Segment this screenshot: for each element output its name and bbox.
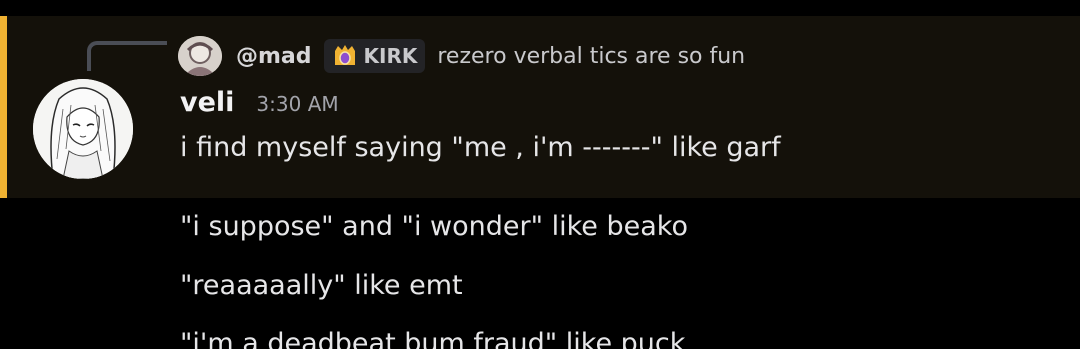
role-tag[interactable]: KIRK bbox=[323, 39, 426, 73]
message-header: veli 3:30 AM bbox=[180, 87, 339, 123]
reply-content[interactable]: rezero verbal tics are so fun bbox=[437, 44, 745, 69]
reply-reference[interactable]: @mad KIRK rezero verbal tics are so fun bbox=[178, 36, 745, 76]
gem-icon bbox=[332, 43, 358, 69]
role-name: KIRK bbox=[363, 44, 418, 68]
message-text: i find myself saying "me , i'm -------" … bbox=[180, 132, 781, 163]
followup-message-2: "reaaaaally" like emt bbox=[180, 270, 463, 301]
author-name[interactable]: veli bbox=[180, 87, 234, 118]
reply-spine bbox=[87, 41, 167, 71]
followup-message-1: "i suppose" and "i wonder" like beako bbox=[180, 211, 688, 242]
author-avatar[interactable] bbox=[33, 79, 133, 179]
followup-message-3: "i'm a deadbeat bum fraud" like puck bbox=[180, 328, 686, 349]
reply-avatar[interactable] bbox=[178, 36, 222, 76]
mention-indicator-bar bbox=[0, 16, 7, 198]
message-timestamp[interactable]: 3:30 AM bbox=[256, 92, 338, 116]
chat-view: @mad KIRK rezero verbal tics are so fun bbox=[0, 0, 1080, 349]
top-strip bbox=[0, 0, 1080, 16]
reply-author[interactable]: @mad bbox=[236, 44, 312, 69]
mention-highlight-message[interactable]: @mad KIRK rezero verbal tics are so fun bbox=[0, 16, 1080, 198]
